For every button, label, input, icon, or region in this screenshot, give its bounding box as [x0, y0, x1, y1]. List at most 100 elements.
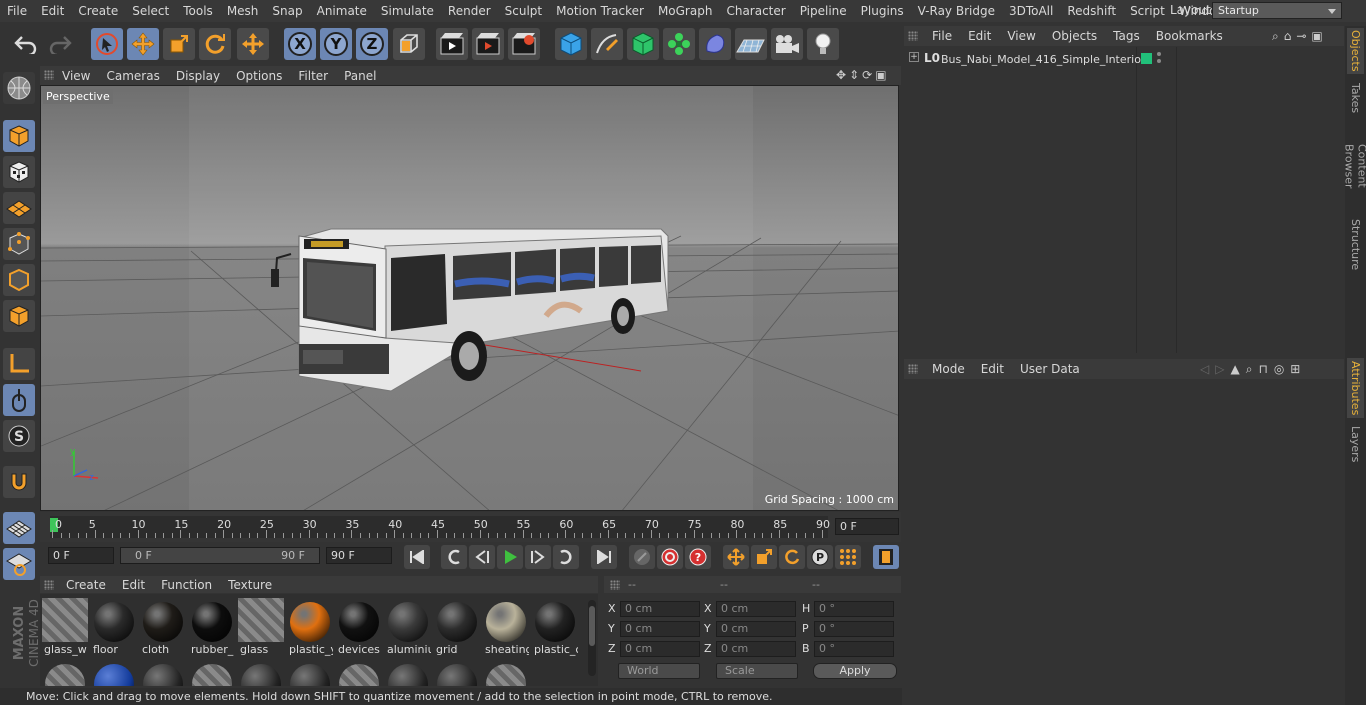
menu-plugins[interactable]: Plugins [854, 4, 911, 18]
material-swatch[interactable]: glass_w [42, 598, 88, 656]
parameter-key-icon[interactable]: P [807, 545, 833, 569]
material-swatch[interactable]: floor [91, 598, 137, 656]
go-to-end-icon[interactable] [591, 545, 617, 569]
coord-value-field[interactable]: 0 cm [716, 621, 796, 637]
pan-view-icon[interactable]: ✥ [836, 68, 846, 82]
menu-character[interactable]: Character [719, 4, 792, 18]
attribute-menu-edit[interactable]: Edit [973, 362, 1012, 376]
workplane-mode-icon[interactable] [3, 192, 35, 224]
visibility-editor-icon[interactable] [1157, 52, 1161, 56]
menu-render[interactable]: Render [441, 4, 498, 18]
move-icon[interactable] [127, 28, 159, 60]
lock-workplane-icon[interactable] [3, 512, 35, 544]
recent-tool-icon[interactable] [237, 28, 269, 60]
timeline-window-icon[interactable] [873, 545, 899, 569]
axis-mode-icon[interactable] [3, 348, 35, 380]
planar-workplane-icon[interactable] [3, 548, 35, 580]
point-level-animation-icon[interactable] [835, 545, 861, 569]
menu-pipeline[interactable]: Pipeline [793, 4, 854, 18]
light-icon[interactable] [807, 28, 839, 60]
y-axis-icon[interactable]: Y [320, 28, 352, 60]
perspective-viewport[interactable]: y z Perspective Grid Spacing : 1000 cm [40, 85, 899, 511]
material-menu-function[interactable]: Function [153, 578, 220, 592]
scale-icon[interactable] [163, 28, 195, 60]
material-swatch[interactable]: rubber_ [189, 598, 235, 656]
x-axis-icon[interactable]: X [284, 28, 316, 60]
material-menu-create[interactable]: Create [58, 578, 114, 592]
menu-mograph[interactable]: MoGraph [651, 4, 720, 18]
back-arrow-icon[interactable]: ◁ [1200, 362, 1209, 377]
tab-structure[interactable]: Structure [1347, 216, 1364, 274]
tab-attributes[interactable]: Attributes [1347, 358, 1364, 418]
attr-new-window-icon[interactable]: ⊞ [1290, 362, 1300, 377]
menu-motion-tracker[interactable]: Motion Tracker [549, 4, 651, 18]
object-panel-grip-icon[interactable] [908, 31, 918, 41]
previous-frame-icon[interactable] [469, 545, 495, 569]
object-menu-edit[interactable]: Edit [960, 29, 999, 43]
render-picture-viewer-icon[interactable] [472, 28, 504, 60]
tab-content-browser[interactable]: Content Browser [1343, 122, 1366, 210]
cube-icon[interactable] [555, 28, 587, 60]
coordinate-space-dropdown[interactable]: World [618, 663, 700, 679]
attr-lock-icon[interactable]: ⊓ [1258, 362, 1267, 377]
object-menu-tags[interactable]: Tags [1105, 29, 1148, 43]
subdivision-icon[interactable] [627, 28, 659, 60]
material-swatch-row2[interactable] [287, 660, 333, 686]
floor-icon[interactable] [735, 28, 767, 60]
viewport-menu-panel[interactable]: Panel [336, 69, 384, 83]
coordinates-panel-grip-icon[interactable] [610, 580, 620, 590]
frame-range-slider[interactable]: 0 F 90 F [120, 547, 320, 564]
maximize-view-icon[interactable]: ▣ [875, 68, 886, 82]
coord-value-field[interactable]: 0 ° [814, 601, 894, 617]
material-swatch-row2[interactable] [42, 660, 88, 686]
menu-sculpt[interactable]: Sculpt [498, 4, 549, 18]
search-icon[interactable]: ⌕ [1272, 29, 1279, 44]
rotate-view-icon[interactable]: ⟳ [862, 68, 872, 82]
material-swatch-row2[interactable] [483, 660, 529, 686]
layer-tag-icon[interactable] [1141, 53, 1152, 64]
viewport-menu-filter[interactable]: Filter [290, 69, 336, 83]
viewport-menu-display[interactable]: Display [168, 69, 228, 83]
next-frame-icon[interactable] [525, 545, 551, 569]
edges-mode-icon[interactable] [3, 264, 35, 296]
rotation-key-icon[interactable] [779, 545, 805, 569]
material-swatch-row2[interactable] [140, 660, 186, 686]
material-panel-grip-icon[interactable] [44, 580, 54, 590]
redo-icon[interactable] [44, 28, 76, 60]
object-row[interactable]: + L0 Bus_Nabi_Model_416_Simple_Interior [904, 51, 1344, 69]
attr-settings-icon[interactable]: ◎ [1274, 362, 1284, 377]
coord-value-field[interactable]: 0 cm [620, 601, 700, 617]
deformer-icon[interactable] [699, 28, 731, 60]
material-swatch[interactable]: cloth [140, 598, 186, 656]
workplane-icon[interactable] [3, 72, 35, 104]
timeline-ruler[interactable]: 0 5 10 15 20 25 30 35 40 45 50 55 60 65 70 75 80 85 90 [50, 516, 830, 538]
material-scrollbar[interactable] [588, 600, 596, 676]
menu-3dtoall[interactable]: 3DToAll [1002, 4, 1060, 18]
z-axis-icon[interactable]: Z [356, 28, 388, 60]
go-to-start-icon[interactable] [404, 545, 430, 569]
viewport-label[interactable]: Perspective [43, 89, 113, 104]
autokey-icon[interactable] [657, 545, 683, 569]
material-menu-texture[interactable]: Texture [220, 578, 280, 592]
tab-takes[interactable]: Takes [1347, 78, 1364, 118]
pointer-icon[interactable]: ▲ [1230, 362, 1239, 377]
menu-v-ray-bridge[interactable]: V-Ray Bridge [911, 4, 1002, 18]
coord-value-field[interactable]: 0 cm [620, 621, 700, 637]
menu-redshift[interactable]: Redshift [1060, 4, 1123, 18]
scale-key-icon[interactable] [751, 545, 777, 569]
panel-grip-icon[interactable] [44, 70, 54, 80]
texture-mode-icon[interactable] [3, 156, 35, 188]
live-select-icon[interactable] [91, 28, 123, 60]
render-view-icon[interactable] [436, 28, 468, 60]
pen-spline-icon[interactable] [591, 28, 623, 60]
material-swatch[interactable]: plastic_c [532, 598, 578, 656]
mograph-cloner-icon[interactable] [663, 28, 695, 60]
apply-button[interactable]: Apply [813, 663, 897, 679]
layout-select[interactable]: Startup [1212, 2, 1342, 19]
camera-icon[interactable] [771, 28, 803, 60]
points-mode-icon[interactable] [3, 228, 35, 260]
menu-create[interactable]: Create [71, 4, 125, 18]
menu-simulate[interactable]: Simulate [374, 4, 441, 18]
tab-objects[interactable]: Objects [1347, 28, 1364, 74]
material-swatch[interactable]: plastic_y [287, 598, 333, 656]
